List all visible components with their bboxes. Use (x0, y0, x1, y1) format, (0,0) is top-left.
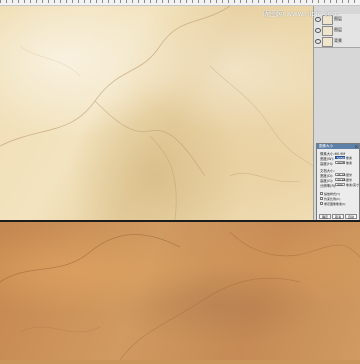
cancel-button[interactable]: 取消 (332, 214, 344, 219)
doc-width-field[interactable]: 45.33 (335, 173, 346, 177)
ok-button[interactable]: 确定 (319, 214, 331, 219)
pixel-height-field[interactable]: 3975 (335, 161, 345, 165)
height-label: 高度(H): (320, 162, 334, 166)
constrain-proportions-label: 约束比例(C) (324, 197, 341, 201)
visibility-eye-icon[interactable] (315, 28, 321, 33)
resample-label: 重定图像像素(I): (324, 202, 347, 206)
layer-row[interactable]: 背景 (314, 36, 360, 48)
resample-checkbox[interactable] (320, 202, 323, 205)
unit-cm: 厘米 (346, 173, 353, 177)
unit-pixels: 像素 (346, 161, 353, 165)
image-size-dialog: 图像大小 × 像素大小:60.9M 宽度(W): 5354 像素 高度(H): … (316, 143, 360, 224)
watermark-text: 昵图网 www.nipic.com (263, 10, 339, 18)
unit-pixels: 像素 (346, 156, 353, 160)
doc-height-field[interactable]: 33.66 (335, 178, 346, 182)
marble-veins (0, 231, 360, 361)
layer-thumbnail (322, 37, 333, 47)
dialog-title: 图像大小 (317, 144, 359, 149)
layer-thumbnail (322, 26, 333, 36)
marble-texture-preview (0, 222, 360, 361)
visibility-eye-icon[interactable] (315, 39, 321, 44)
pixel-width-field[interactable]: 5354 (335, 156, 345, 160)
unit-resolution: 像素/英寸 (346, 183, 360, 187)
close-icon[interactable]: × (355, 144, 358, 149)
marble-texture-canvas (0, 6, 313, 220)
scale-styles-label: 缩放样式(Y) (324, 192, 341, 196)
marble-veins (0, 6, 313, 220)
layer-name: 图层 (334, 27, 342, 32)
resolution-field[interactable]: 300 (335, 183, 345, 187)
scale-styles-checkbox[interactable] (320, 192, 323, 195)
auto-button[interactable]: 自动(A)... (345, 214, 357, 224)
unit-cm: 厘米 (346, 178, 353, 182)
layer-name: 背景 (334, 38, 342, 43)
constrain-proportions-checkbox[interactable] (320, 197, 323, 200)
resolution-label: 分辨率(R): (320, 184, 337, 188)
